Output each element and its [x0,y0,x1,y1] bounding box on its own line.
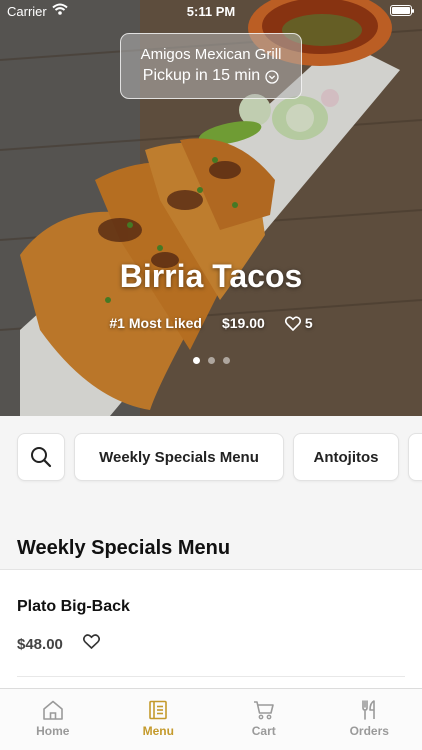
carousel-dot[interactable] [207,357,215,364]
menu-item[interactable]: Plato Big-Back $48.00 [0,570,422,688]
search-icon [31,447,52,468]
menu-icon [149,700,168,720]
pickup-eta: Pickup in 15 min [142,67,261,84]
home-icon [42,700,63,720]
heart-icon [83,634,100,650]
tab-menu[interactable]: Menu [106,689,212,750]
featured-item-title: Birria Tacos [119,258,303,294]
tab-cart-label: Cart [251,724,276,738]
item-divider [17,676,405,677]
tab-home[interactable]: Home [0,689,106,750]
category-chip-antojitos[interactable]: Antojitos [293,433,399,481]
category-chip-more[interactable] [408,433,422,481]
hero-banner[interactable]: Carrier 5:11 PM Amigos Mexican Grill Pic… [0,0,422,416]
tab-home-label: Home [36,724,70,738]
restaurant-name: Amigos Mexican Grill [140,46,282,63]
menu-item-price: $48.00 [17,636,63,653]
section-title: Weekly Specials Menu [17,537,231,559]
tab-bar: Home Menu Cart Orders [0,688,422,750]
featured-rank: #1 Most Liked [109,315,202,331]
category-bar[interactable]: Weekly Specials Menu Antojitos [0,416,422,500]
featured-likes[interactable]: 5 [284,315,313,331]
tab-menu-label: Menu [142,724,174,738]
carousel-dot[interactable] [222,357,230,364]
featured-item-meta: #1 Most Liked $19.00 5 [0,315,422,331]
status-bar: Carrier 5:11 PM [0,0,422,22]
carousel-dot[interactable] [192,357,200,364]
featured-price: $19.00 [221,315,265,331]
carousel-dots[interactable] [0,357,422,364]
chevron-down-icon [265,69,279,84]
category-chip-weekly-specials[interactable]: Weekly Specials Menu [74,433,284,481]
heart-icon [284,315,301,331]
battery-icon [390,5,414,16]
search-button[interactable] [17,433,65,481]
cart-icon [253,701,274,720]
tab-orders[interactable]: Orders [317,689,422,750]
pickup-selector[interactable]: Amigos Mexican Grill Pickup in 15 min [120,33,302,99]
tab-cart[interactable]: Cart [211,689,317,750]
orders-icon [362,700,376,720]
tab-orders-label: Orders [349,724,389,738]
menu-item-name: Plato Big-Back [17,598,130,615]
clock: 5:11 PM [186,4,236,19]
featured-likes-count: 5 [304,315,313,331]
favorite-button[interactable] [83,634,100,654]
